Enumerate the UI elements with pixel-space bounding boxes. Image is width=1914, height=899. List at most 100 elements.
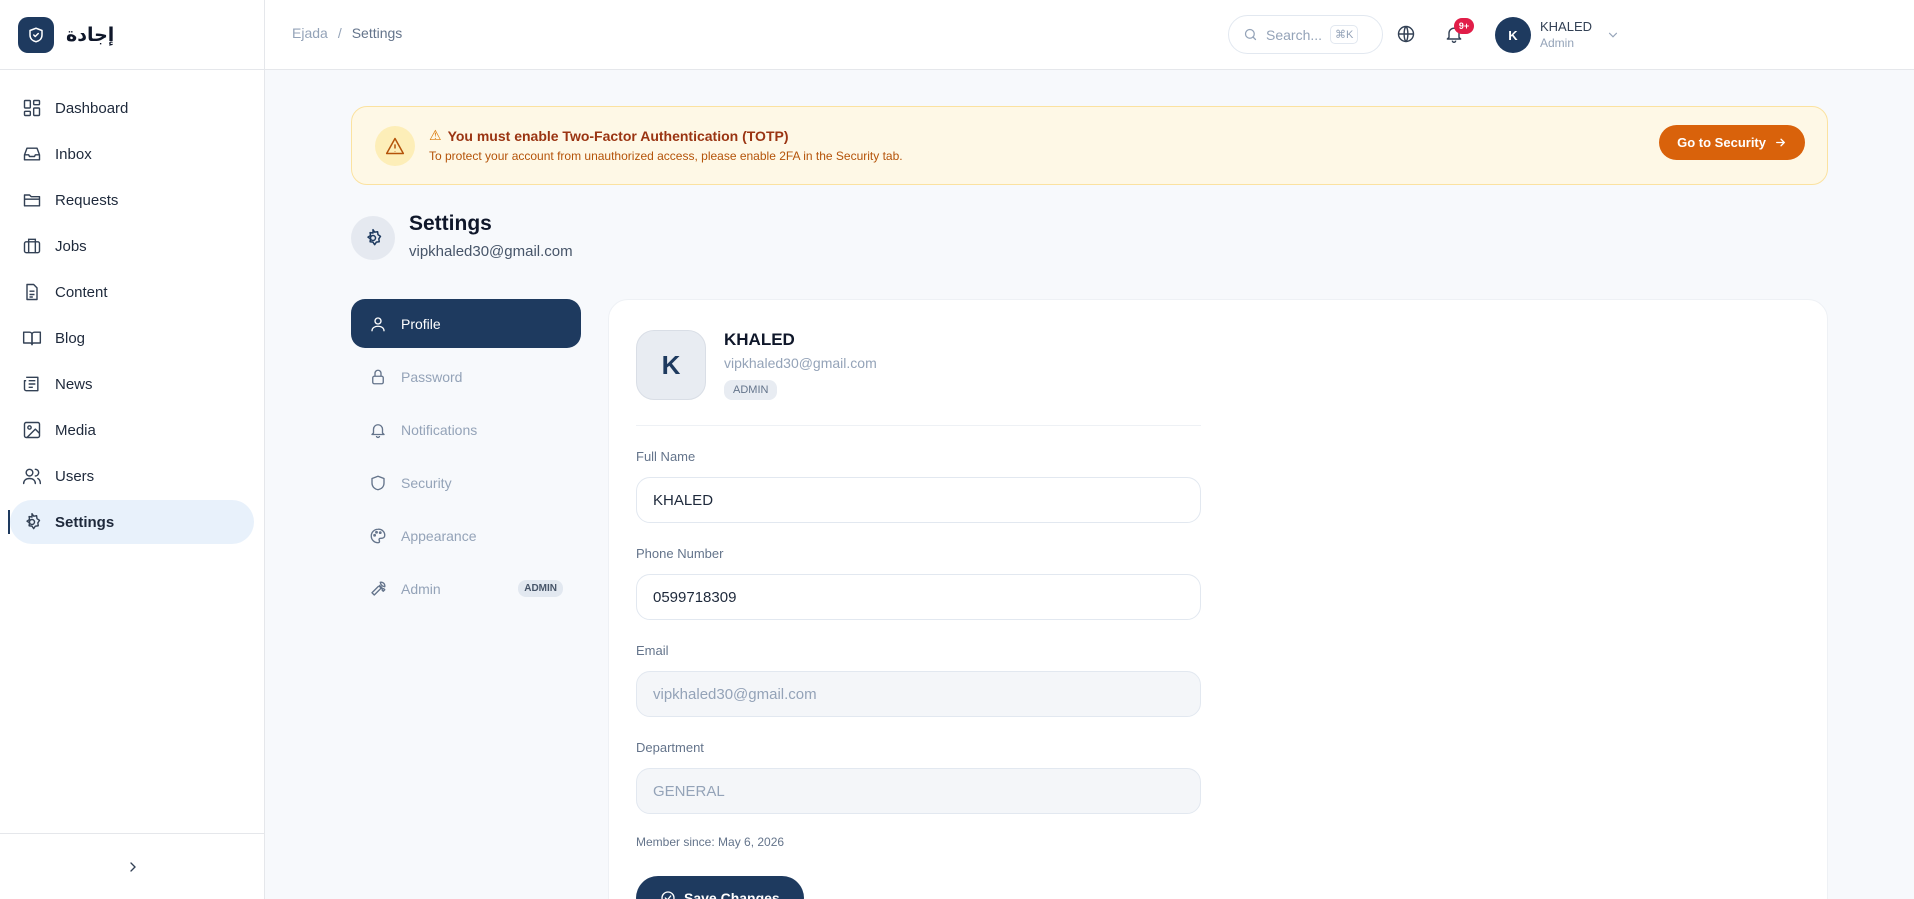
wrench-icon: [371, 581, 386, 596]
full-name-field[interactable]: [636, 477, 1201, 523]
sidebar-item-requests[interactable]: Requests: [10, 178, 254, 222]
settings-gear-icon: [351, 216, 395, 260]
profile-card: K KHALED vipkhaled30@gmail.com ADMIN Ful…: [608, 299, 1828, 899]
sidebar-item-label: Jobs: [55, 237, 87, 255]
sidebar-collapse-button[interactable]: [0, 833, 265, 899]
sidebar-item-label: Settings: [55, 513, 115, 531]
bell-icon: [371, 423, 385, 438]
arrow-right-icon: [1776, 138, 1786, 147]
tab-label: Notifications: [401, 421, 478, 438]
sidebar-item-inbox[interactable]: Inbox: [10, 132, 254, 176]
tab-label: Appearance: [401, 527, 477, 544]
page-subtitle: vipkhaled30@gmail.com: [409, 243, 573, 260]
tab-label: Security: [401, 474, 452, 491]
go-to-security-button[interactable]: Go to Security: [1659, 125, 1805, 160]
profile-name: KHALED: [724, 330, 795, 349]
notifications-badge: 9+: [1454, 18, 1474, 34]
user-icon: [371, 316, 385, 331]
breadcrumb: Ejada / Settings: [292, 25, 402, 41]
profile-email: vipkhaled30@gmail.com: [724, 355, 877, 371]
language-button[interactable]: [1396, 24, 1416, 44]
member-since: Member since: May 6, 2026: [636, 835, 785, 849]
save-changes-button[interactable]: Save Changes: [636, 876, 804, 899]
sidebar-item-label: Requests: [55, 191, 119, 209]
settings-tabs: Profile Password Notifications Security …: [351, 299, 581, 617]
tab-security[interactable]: Security: [351, 458, 581, 507]
warning-emoji-icon: ⚠: [429, 127, 442, 143]
phone-label: Phone Number: [636, 546, 724, 561]
newspaper-icon: [23, 376, 39, 392]
user-role: Admin: [1540, 36, 1575, 50]
sidebar-item-label: News: [55, 375, 93, 393]
sidebar-item-label: Media: [55, 421, 96, 439]
brand-name: إجادة: [66, 23, 115, 46]
sidebar-item-label: Content: [55, 283, 108, 301]
search-icon: [1244, 28, 1257, 41]
shield-icon: [371, 475, 385, 490]
topbar: Ejada / Settings: [265, 0, 1914, 70]
check-circle-icon: [661, 891, 675, 899]
search-placeholder: Search...: [1266, 26, 1323, 43]
tab-password[interactable]: Password: [351, 352, 581, 401]
folder-icon: [23, 194, 41, 207]
chevron-right-icon: [129, 861, 136, 872]
button-label: Go to Security: [1677, 135, 1766, 150]
two-factor-alert: ⚠ You must enable Two-Factor Authenticat…: [351, 106, 1828, 185]
sidebar-nav: Dashboard Inbox Requests Jobs Content Bl…: [0, 70, 264, 544]
admin-badge: ADMIN: [518, 580, 563, 597]
shield-logo-icon: [18, 16, 54, 53]
sidebar-item-news[interactable]: News: [10, 362, 254, 406]
palette-icon: [370, 528, 386, 543]
user-name: KHALED: [1540, 19, 1593, 34]
button-label: Save Changes: [684, 890, 780, 899]
search-shortcut: ⌘K: [1330, 25, 1359, 44]
globe-icon: [1397, 25, 1415, 43]
warning-icon: [375, 126, 415, 166]
sidebar-item-label: Inbox: [55, 145, 92, 163]
dashboard-icon: [23, 99, 41, 117]
lock-icon: [372, 369, 384, 384]
gear-icon: [26, 512, 41, 530]
chevron-down-icon: [1608, 32, 1618, 38]
sidebar-item-label: Blog: [55, 329, 86, 347]
briefcase-icon: [23, 238, 41, 254]
tab-appearance[interactable]: Appearance: [351, 511, 581, 560]
email-field: [636, 671, 1201, 717]
image-icon: [23, 421, 41, 439]
users-icon: [22, 468, 42, 485]
email-label: Email: [636, 643, 669, 658]
page-title: Settings: [409, 212, 492, 235]
tab-label: Admin: [401, 580, 441, 597]
divider: [636, 425, 1201, 426]
department-field: [636, 768, 1201, 814]
alert-description: To protect your account from unauthorize…: [429, 149, 903, 163]
phone-field[interactable]: [636, 574, 1201, 620]
brand[interactable]: إجادة: [0, 0, 264, 70]
sidebar-item-blog[interactable]: Blog: [10, 316, 254, 360]
breadcrumb-home[interactable]: Ejada: [292, 25, 328, 41]
avatar: K: [1495, 17, 1531, 53]
sidebar-item-jobs[interactable]: Jobs: [10, 224, 254, 268]
sidebar-item-content[interactable]: Content: [10, 270, 254, 314]
tab-profile[interactable]: Profile: [351, 299, 581, 348]
role-badge: ADMIN: [724, 380, 778, 400]
tab-notifications[interactable]: Notifications: [351, 405, 581, 454]
sidebar-item-media[interactable]: Media: [10, 408, 254, 452]
sidebar-item-settings[interactable]: Settings: [8, 500, 254, 544]
breadcrumb-current: Settings: [351, 25, 403, 41]
sidebar-item-dashboard[interactable]: Dashboard: [10, 86, 254, 130]
user-menu[interactable]: K KHALED Admin: [1495, 17, 1620, 53]
full-name-label: Full Name: [636, 449, 696, 464]
department-label: Department: [636, 740, 704, 755]
sidebar-item-label: Users: [55, 467, 95, 485]
inbox-icon: [23, 147, 41, 161]
sidebar-item-users[interactable]: Users: [10, 454, 254, 498]
tab-label: Profile: [401, 315, 441, 332]
alert-title: You must enable Two-Factor Authenticatio…: [447, 127, 789, 144]
profile-avatar[interactable]: K: [636, 330, 706, 400]
search-input[interactable]: Search... ⌘K: [1228, 15, 1383, 54]
book-icon: [22, 331, 42, 346]
tab-admin[interactable]: Admin ADMIN: [351, 564, 581, 613]
sidebar-item-label: Dashboard: [55, 99, 129, 117]
document-icon: [26, 283, 38, 301]
